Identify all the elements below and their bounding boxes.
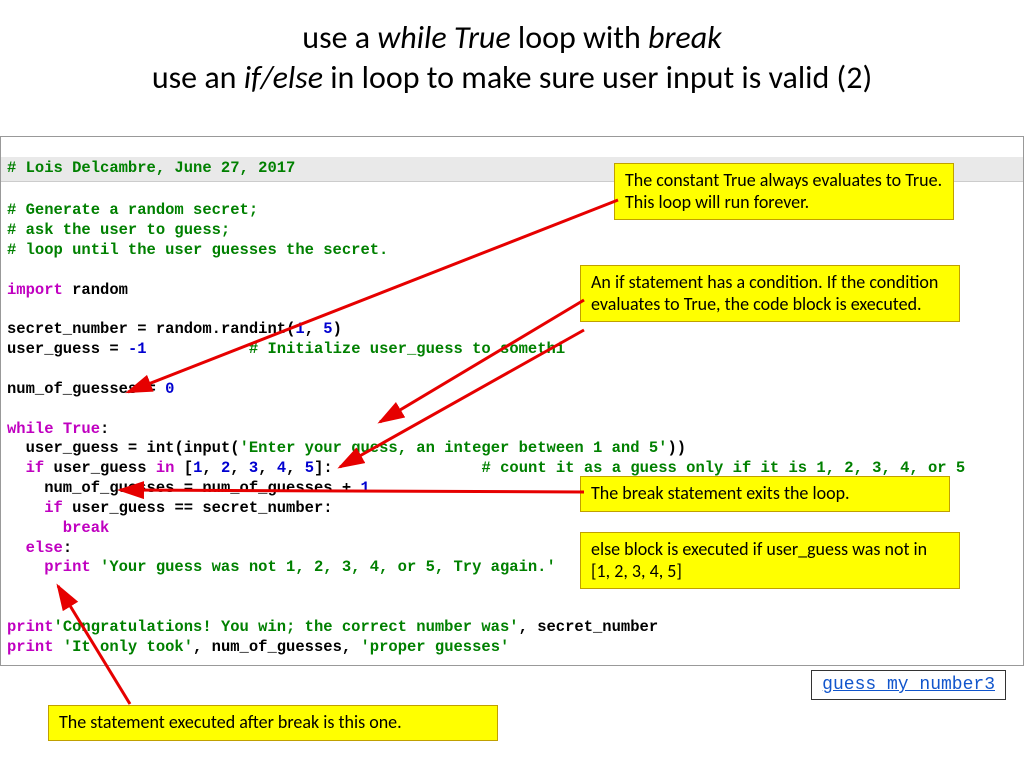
callout-if-condition: An if statement has a condition. If the …: [580, 265, 960, 322]
slide-title: use a while True loop with break use an …: [0, 0, 1024, 108]
callout-else: else block is executed if user_guess was…: [580, 532, 960, 589]
callout-break: The break statement exits the loop.: [580, 476, 950, 512]
title-l1-a: use a: [302, 18, 377, 57]
title-l2-c: in loop to make sure user input is valid…: [323, 58, 872, 97]
link-guess-my-number3[interactable]: guess_my_number3: [811, 670, 1006, 700]
title-l2-b: if/else: [244, 58, 323, 97]
title-l1-b: while True: [377, 18, 510, 57]
title-l1-c: loop with: [511, 18, 648, 57]
callout-while-true: The constant True always evaluates to Tr…: [614, 163, 954, 220]
title-l1-d: break: [648, 18, 722, 57]
title-l2-a: use an: [152, 58, 244, 97]
callout-after-break: The statement executed after break is th…: [48, 705, 498, 741]
